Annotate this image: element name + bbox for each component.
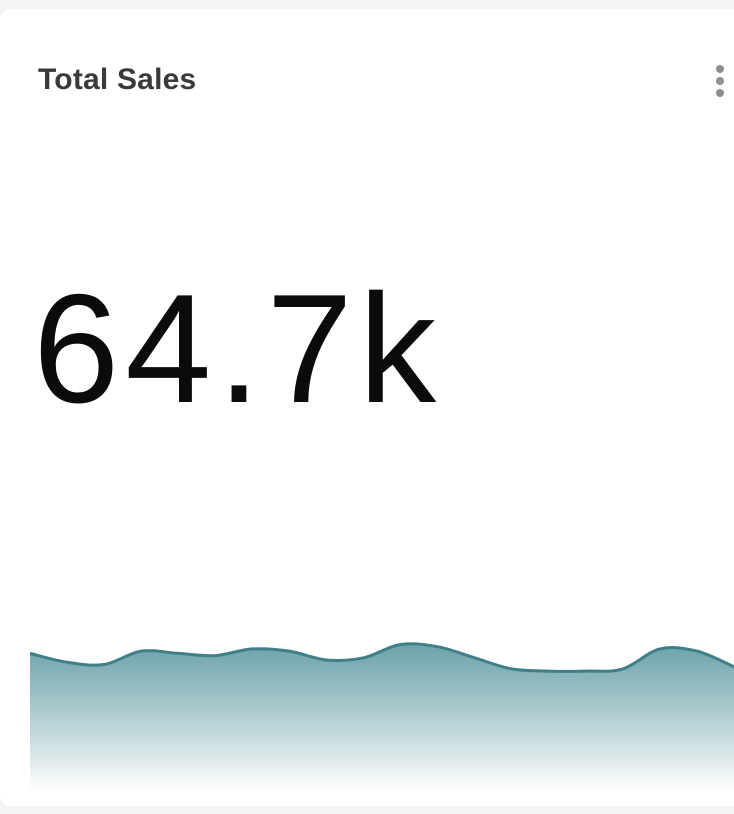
sales-sparkline-chart: [30, 642, 734, 791]
total-sales-card: Total Sales 64.7k: [0, 9, 734, 806]
more-options-button[interactable]: [704, 57, 734, 101]
kpi-value: 64.7k: [33, 262, 443, 435]
card-title: Total Sales: [38, 63, 197, 96]
